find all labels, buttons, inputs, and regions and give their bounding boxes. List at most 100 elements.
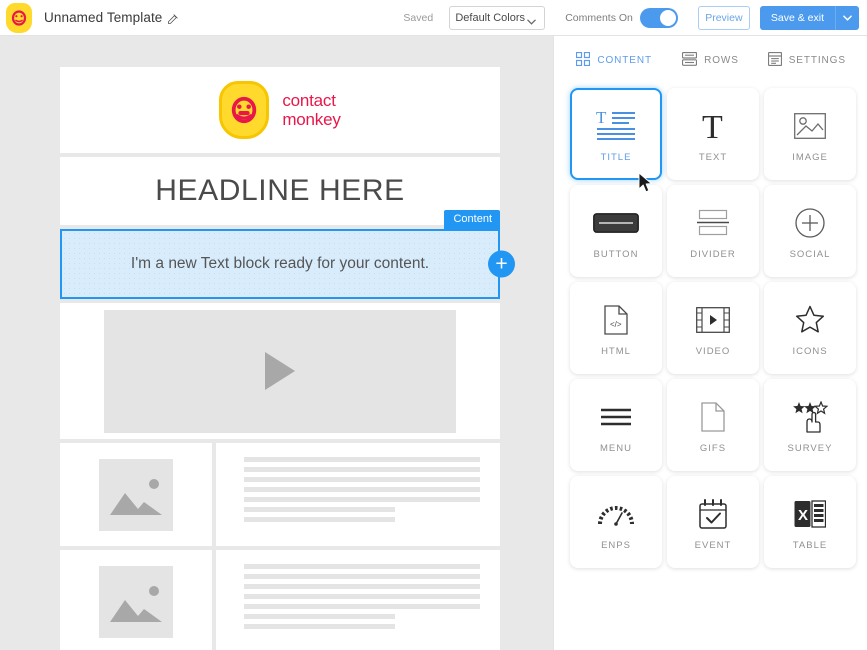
brand-line-1: contact	[282, 91, 336, 110]
block-tile-text[interactable]: T TEXT	[667, 88, 759, 180]
block-tile-label: MENU	[600, 442, 632, 454]
block-tile-label: EVENT	[694, 539, 732, 551]
text-line	[244, 457, 480, 462]
tab-content-label: CONTENT	[597, 54, 652, 66]
save-options-dropdown[interactable]	[835, 5, 859, 30]
logo-block[interactable]: contact monkey	[60, 67, 500, 153]
headline-text: HEADLINE HERE	[155, 174, 405, 207]
text-line	[244, 604, 480, 609]
block-tile-event[interactable]: EVENT	[667, 476, 759, 568]
image-column[interactable]	[60, 550, 212, 650]
content-blocks-grid: T TITLE T TEXT IMAGE BUTTON DIVIDER SOCI…	[554, 84, 867, 568]
block-tile-label: TABLE	[792, 539, 828, 551]
image-placeholder-icon	[99, 565, 173, 638]
tab-content[interactable]: CONTENT	[566, 51, 662, 69]
spreadsheet-x-icon: X	[794, 494, 826, 534]
block-tile-button[interactable]: BUTTON	[570, 185, 662, 277]
block-tile-label: HTML	[601, 345, 631, 357]
block-tile-image[interactable]: IMAGE	[764, 88, 856, 180]
block-tile-label: DIVIDER	[690, 248, 736, 260]
tab-settings[interactable]: SETTINGS	[759, 51, 855, 69]
edit-pencil-icon[interactable]	[167, 12, 179, 24]
block-tile-label: SURVEY	[787, 442, 833, 454]
text-line	[244, 564, 480, 569]
page-title: Unnamed Template	[44, 10, 163, 25]
headline-block[interactable]: HEADLINE HERE	[60, 157, 500, 225]
email-body: contact monkey HEADLINE HERE Content I'm…	[60, 67, 515, 650]
block-tile-table[interactable]: X TABLE	[764, 476, 856, 568]
gauge-meter-icon	[598, 494, 634, 534]
block-tile-label: IMAGE	[792, 151, 828, 163]
two-column-row[interactable]	[60, 550, 500, 650]
block-tile-enps[interactable]: ENPS	[570, 476, 662, 568]
play-triangle-icon	[265, 352, 295, 390]
block-tile-divider[interactable]: DIVIDER	[667, 185, 759, 277]
email-canvas[interactable]: contact monkey HEADLINE HERE Content I'm…	[0, 36, 553, 650]
color-scheme-value: Default Colors	[455, 11, 526, 24]
svg-text:</>: </>	[610, 320, 622, 329]
block-tile-html[interactable]: </> HTML	[570, 282, 662, 374]
block-tile-survey[interactable]: SURVEY	[764, 379, 856, 471]
brand-line-2: monkey	[282, 110, 341, 129]
save-and-exit-button[interactable]: Save & exit	[759, 5, 835, 30]
selected-text-block[interactable]: Content I'm a new Text block ready for y…	[60, 210, 515, 299]
calendar-check-icon	[699, 494, 727, 534]
panel-tab-bar: CONTENT ROWS SETTINGS	[554, 36, 867, 84]
star-outline-icon	[795, 300, 825, 340]
block-tile-label: TITLE	[600, 151, 632, 163]
color-scheme-select[interactable]: Default Colors	[449, 5, 546, 30]
text-line	[244, 507, 396, 512]
monkey-face-icon	[11, 9, 27, 26]
tab-settings-label: SETTINGS	[788, 54, 846, 66]
video-placeholder	[104, 309, 456, 433]
toolbar-actions: Saved Default Colors Comments On Preview…	[403, 5, 867, 30]
block-tile-title[interactable]: T TITLE	[570, 88, 662, 180]
contactmonkey-badge-icon	[219, 81, 270, 139]
svg-text:T: T	[702, 109, 723, 143]
block-tile-video[interactable]: VIDEO	[667, 282, 759, 374]
image-column[interactable]	[60, 443, 212, 546]
text-line	[244, 584, 480, 589]
block-tile-label: SOCIAL	[789, 248, 831, 260]
title-text-icon: T	[595, 106, 637, 146]
mountain-icon	[110, 492, 162, 515]
monkey-face-icon	[232, 96, 257, 124]
text-column[interactable]	[216, 550, 500, 650]
two-column-row[interactable]	[60, 443, 500, 546]
text-line	[244, 497, 480, 502]
serif-t-icon: T	[696, 106, 730, 146]
text-line	[244, 594, 480, 599]
button-pill-icon	[593, 203, 639, 243]
plus-circle-icon	[795, 203, 825, 243]
block-tile-social[interactable]: SOCIAL	[764, 185, 856, 277]
comments-toggle[interactable]	[639, 7, 678, 28]
content-tag-badge: Content	[444, 210, 500, 230]
grid-squares-icon	[576, 51, 591, 69]
text-column[interactable]	[216, 443, 500, 546]
toggle-knob	[659, 9, 676, 26]
rows-stack-icon	[682, 51, 698, 69]
block-tile-label: ICONS	[792, 345, 828, 357]
tab-rows-label: ROWS	[704, 54, 739, 66]
chevron-down-icon	[527, 16, 536, 28]
svg-text:X: X	[798, 507, 808, 524]
block-tile-menu[interactable]: MENU	[570, 379, 662, 471]
contactmonkey-logo-icon[interactable]	[6, 2, 32, 33]
hamburger-menu-icon	[600, 397, 632, 437]
code-file-icon: </>	[604, 300, 628, 340]
tab-rows[interactable]: ROWS	[662, 51, 758, 69]
block-tile-label: VIDEO	[695, 345, 731, 357]
block-tile-label: BUTTON	[593, 248, 639, 260]
brand-wordmark: contact monkey	[282, 91, 341, 129]
add-content-button[interactable]: +	[488, 250, 515, 278]
top-toolbar: Unnamed Template Saved Default Colors Co…	[0, 0, 867, 36]
page-corner-icon	[701, 397, 725, 437]
text-line	[244, 477, 480, 482]
comments-label: Comments On	[565, 11, 633, 24]
video-block[interactable]	[60, 303, 500, 439]
text-block-content: I'm a new Text block ready for your cont…	[130, 255, 430, 272]
preview-button[interactable]: Preview	[697, 5, 750, 30]
block-tile-gifs[interactable]: GIFS	[667, 379, 759, 471]
block-tile-icons[interactable]: ICONS	[764, 282, 856, 374]
image-placeholder-icon	[99, 458, 173, 531]
